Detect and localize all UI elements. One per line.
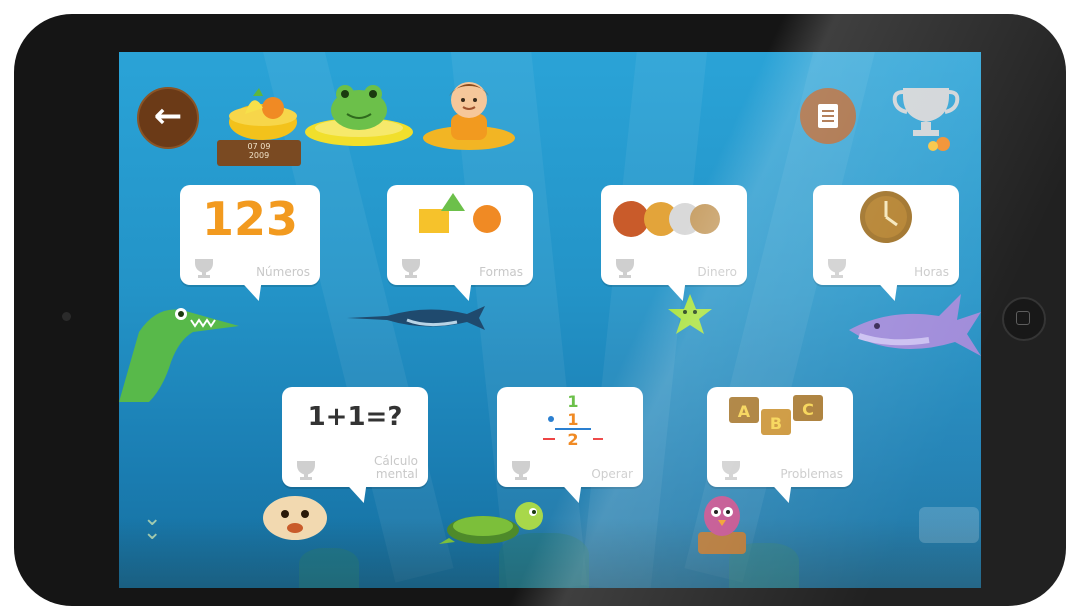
svg-text:B: B: [770, 414, 782, 433]
fruit-basket-avatar[interactable]: [223, 86, 303, 142]
crocodile-illustration: [119, 308, 239, 402]
pufferfish-illustration: [263, 496, 327, 540]
trophy-icon: [402, 259, 420, 278]
activity-label: Dinero: [697, 265, 737, 279]
swordfish-illustration: [347, 306, 485, 330]
scroll-down-icon[interactable]: ⌄ ⌄: [143, 508, 161, 544]
date-badge: 07 09 2009: [217, 140, 301, 166]
bird-on-chest-illustration: [698, 496, 746, 554]
starfish-illustration: [668, 294, 712, 334]
activity-label: Operar: [591, 467, 633, 481]
arrow-left-icon: ←: [153, 96, 183, 136]
activity-label: Horas: [914, 265, 949, 279]
trophy-icon: [195, 259, 213, 278]
trophy-icon: [722, 461, 740, 480]
shapes-icon: [419, 193, 501, 233]
shark-illustration: [849, 294, 981, 356]
activity-card-operations[interactable]: 1 1 2 Operar: [497, 387, 643, 487]
trophy-icon: [828, 259, 846, 278]
activity-card-numbers[interactable]: 123 Números: [180, 185, 320, 285]
mental-math-art-text: 1+1=?: [308, 402, 403, 432]
activity-card-mental-math[interactable]: 1+1=? Cálculo mental: [282, 387, 428, 487]
activity-label: Números: [256, 265, 310, 279]
activity-label: Problemas: [780, 467, 843, 481]
svg-text:2: 2: [567, 430, 578, 449]
boy-avatar[interactable]: [421, 74, 517, 152]
activity-label: Cálculo mental: [374, 454, 418, 481]
frog-avatar[interactable]: [303, 80, 415, 146]
trophy-icon[interactable]: [891, 82, 961, 154]
document-icon: [818, 104, 838, 128]
activity-label: Formas: [479, 265, 523, 279]
activity-card-problems[interactable]: A B C Problemas: [707, 387, 853, 487]
activity-card-money[interactable]: Dinero: [601, 185, 747, 285]
numbers-art-text: 123: [202, 192, 298, 246]
app-screen: ← 07 09 2009 123 Números Formas Dinero H…: [119, 52, 981, 588]
date-day-month: 07 09: [247, 142, 271, 151]
numbers-art: 123: [202, 192, 298, 246]
turtle-illustration: [439, 502, 543, 544]
activity-card-shapes[interactable]: Formas: [387, 185, 533, 285]
operations-icon: 1 1 2: [543, 392, 603, 449]
activity-card-time[interactable]: Horas: [813, 185, 959, 285]
svg-text:C: C: [802, 400, 814, 419]
menu-button[interactable]: [800, 88, 856, 144]
corner-button[interactable]: [919, 507, 979, 543]
coins-icon: [613, 201, 720, 237]
date-year: 2009: [248, 151, 270, 160]
svg-text:1: 1: [567, 410, 578, 429]
mental-math-art: 1+1=?: [308, 402, 403, 432]
tablet-frame: ← 07 09 2009 123 Números Formas Dinero H…: [14, 14, 1066, 606]
seaweed: [299, 548, 359, 588]
camera-icon: [62, 312, 71, 321]
clock-icon: [860, 191, 912, 243]
trophy-icon: [616, 259, 634, 278]
abc-blocks-icon: A B C: [729, 395, 823, 435]
svg-text:1: 1: [567, 392, 578, 411]
svg-text:A: A: [738, 402, 751, 421]
back-button[interactable]: ←: [137, 87, 199, 149]
trophy-icon: [512, 461, 530, 480]
home-button[interactable]: [1002, 297, 1046, 341]
trophy-icon: [297, 461, 315, 480]
